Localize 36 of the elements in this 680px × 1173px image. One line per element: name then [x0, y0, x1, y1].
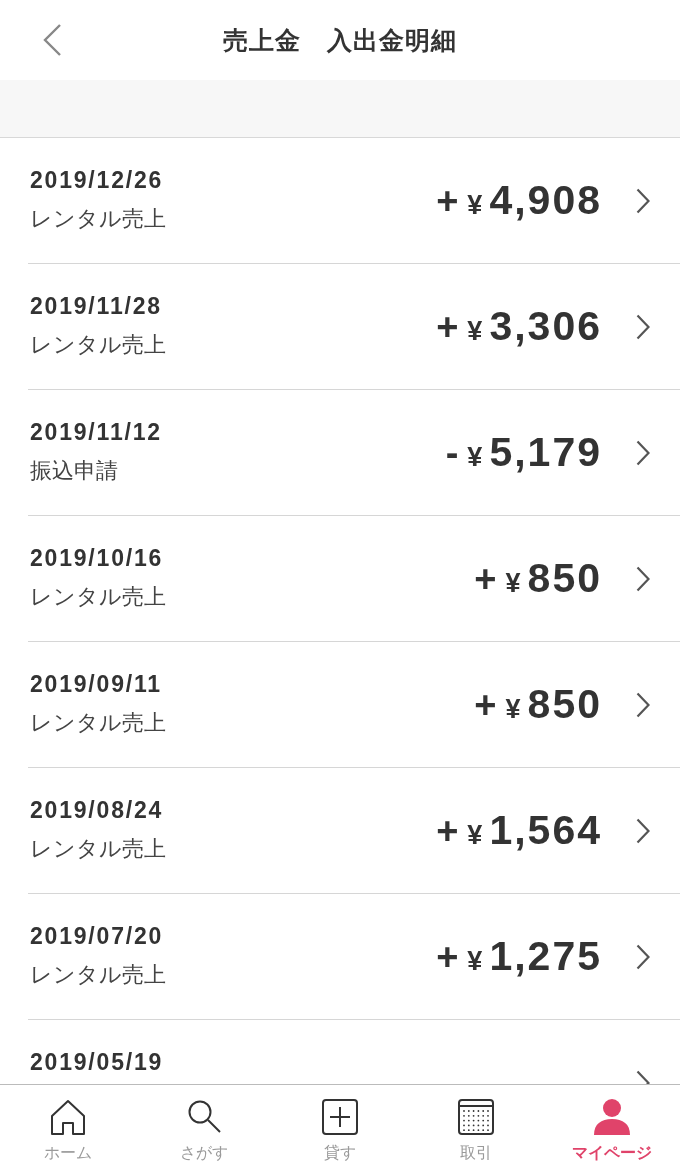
- tab-item[interactable]: マイページ: [544, 1085, 680, 1173]
- transaction-date: 2019/07/20: [30, 923, 164, 951]
- transaction-date: 2019/11/28: [30, 293, 162, 321]
- transaction-date: 2019/05/19: [30, 1049, 164, 1077]
- transaction-date: 2019/09/11: [30, 671, 162, 699]
- chevron-right-icon: [636, 313, 650, 340]
- chevron-right-icon: [636, 817, 650, 844]
- transaction-date: 2019/11/12: [30, 419, 162, 447]
- transaction-amount: + ¥ 3,306: [436, 306, 602, 347]
- transaction-type: レンタル売上: [30, 331, 166, 358]
- transaction-type: レンタル売上: [30, 205, 166, 232]
- page-title: 売上金 入出金明細: [223, 25, 457, 55]
- transaction-amount: + ¥ 1,564: [436, 810, 602, 851]
- chevron-right-icon: [636, 565, 650, 592]
- chevron-left-icon: [42, 24, 62, 56]
- transaction-amount: + ¥ 4,908: [436, 180, 602, 221]
- transaction-type: レンタル売上: [30, 709, 166, 736]
- transaction-type: レンタル売上: [30, 583, 166, 610]
- calendar-icon: [456, 1097, 496, 1137]
- transaction-type: レンタル売上: [30, 835, 166, 862]
- home-icon: [48, 1097, 88, 1137]
- transaction-amount: - ¥ 5,179: [445, 432, 602, 473]
- transaction-amount: + ¥ 850: [474, 558, 602, 599]
- transaction-amount: + ¥ 850: [474, 684, 602, 725]
- chevron-right-icon: [636, 943, 650, 970]
- transaction-date: 2019/12/26: [30, 167, 164, 195]
- chevron-right-icon: [636, 691, 650, 718]
- transaction-date: 2019/10/16: [30, 545, 164, 573]
- chevron-right-icon: [636, 187, 650, 214]
- transaction-type: レンタル売上: [30, 961, 166, 988]
- plus-square-icon: [320, 1097, 360, 1137]
- person-icon: [592, 1097, 632, 1137]
- transaction-amount: + ¥ 1,275: [436, 936, 602, 977]
- chevron-right-icon: [636, 439, 650, 466]
- transaction-date: 2019/08/24: [30, 797, 164, 825]
- transaction-type: 振込申請: [30, 457, 118, 484]
